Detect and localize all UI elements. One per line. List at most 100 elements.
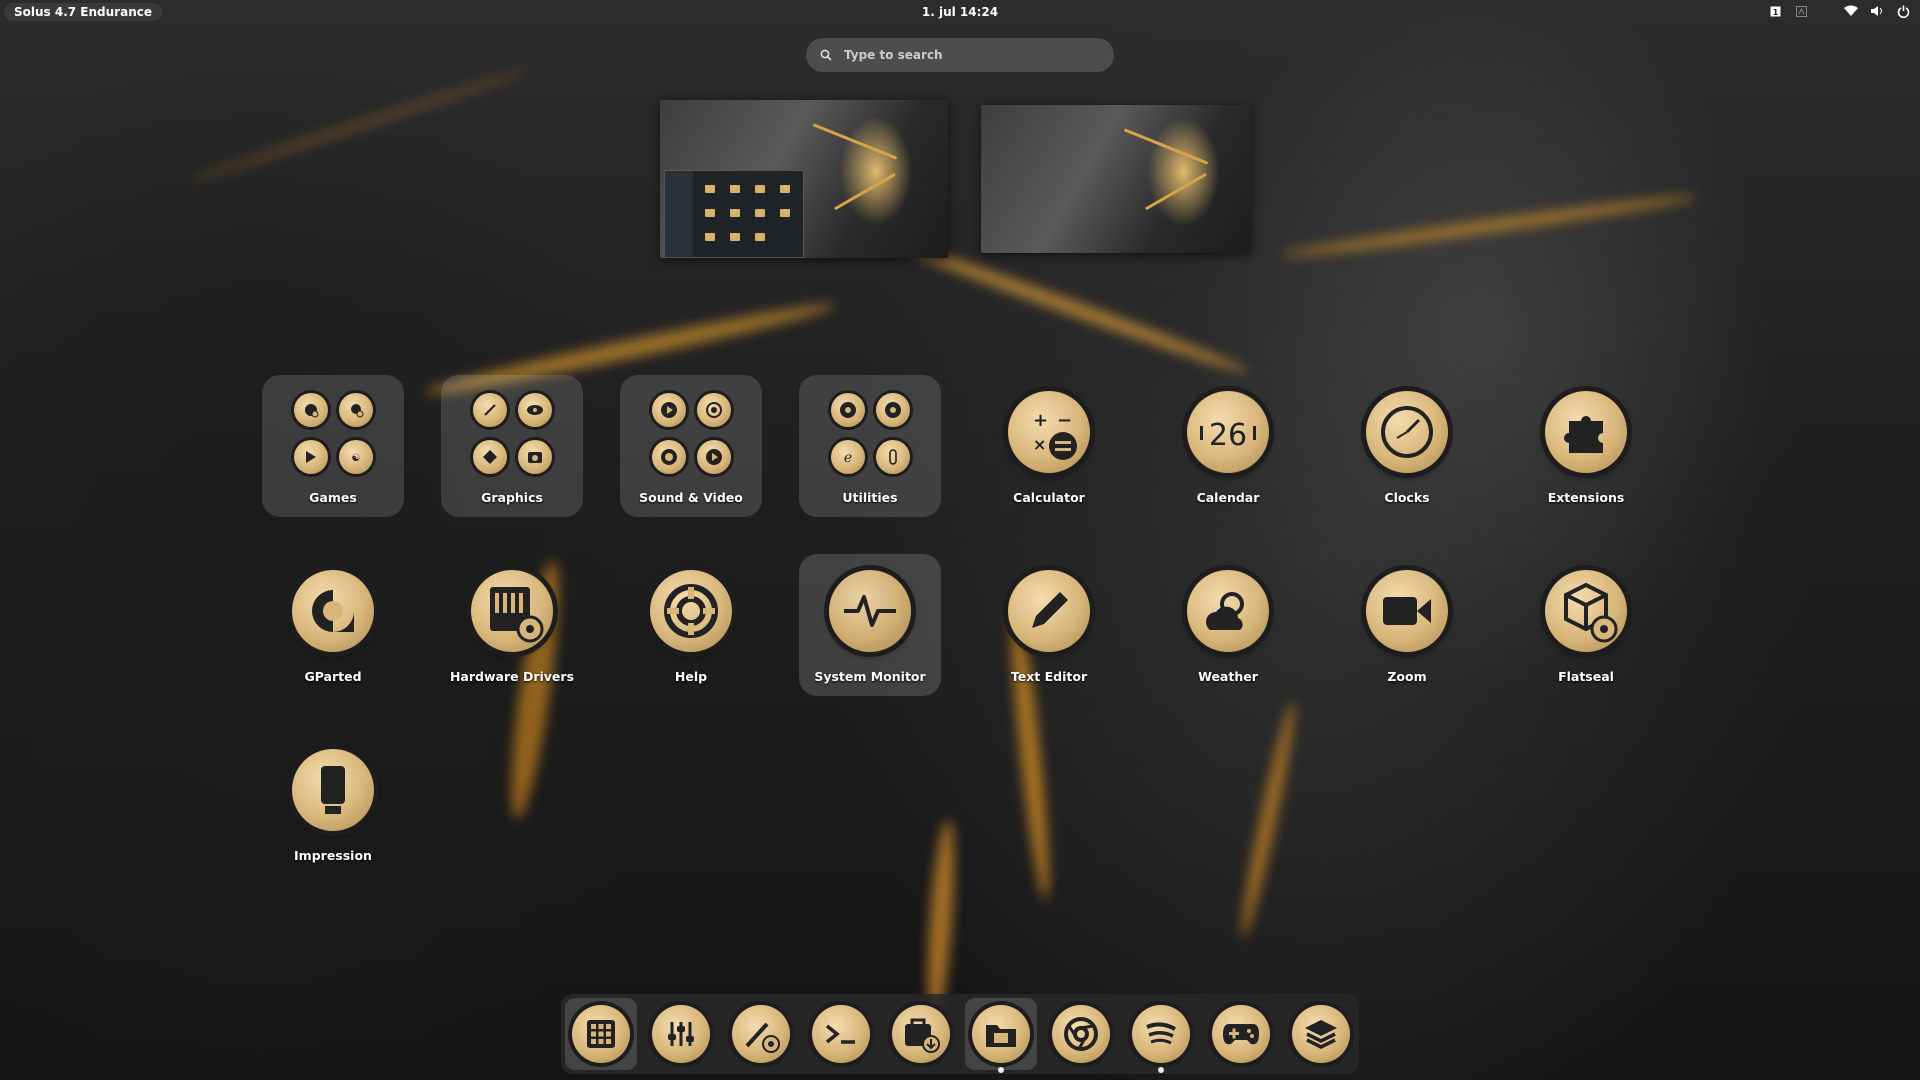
folder-label: Sound & Video: [639, 490, 743, 505]
disk-settings-icon: [875, 393, 910, 427]
app-label: Clocks: [1384, 490, 1430, 505]
thumb-folder-icon: [730, 185, 740, 193]
thumb-folder-icon: [705, 209, 715, 217]
app-zoom[interactable]: Zoom: [1336, 554, 1478, 696]
calendar-icon: 26: [1187, 391, 1269, 473]
app-gparted[interactable]: GParted: [262, 554, 404, 696]
usb-drive-icon: [292, 749, 374, 831]
folder-utilities[interactable]: e Utilities: [799, 375, 941, 517]
calendar-day: 26: [1209, 418, 1247, 452]
svg-text:+: +: [1033, 410, 1048, 431]
dock-item-chrome[interactable]: [1045, 998, 1117, 1070]
workspace-number: 1: [1772, 8, 1778, 17]
app-label: System Monitor: [814, 669, 926, 684]
screenshot-icon: [517, 440, 552, 474]
svg-text:−: −: [1057, 410, 1072, 431]
gparted-icon: [292, 570, 374, 652]
dock-item-games[interactable]: [1205, 998, 1277, 1070]
svg-text:e: e: [843, 450, 851, 466]
app-flatseal[interactable]: Flatseal: [1515, 554, 1657, 696]
weather-icon: [1187, 570, 1269, 652]
workspace-thumbnail-1[interactable]: [660, 100, 948, 258]
power-icon[interactable]: [1896, 4, 1910, 18]
running-indicator: [998, 1067, 1004, 1073]
usb-icon: [875, 440, 910, 474]
eye-icon: [517, 393, 552, 427]
app-label: Calculator: [1013, 490, 1085, 505]
app-label: Hardware Drivers: [449, 669, 575, 684]
activities-button[interactable]: Solus 4.7 Endurance: [4, 3, 162, 21]
dock-item-files[interactable]: [965, 998, 1037, 1073]
folder-sound-video[interactable]: Sound & Video: [620, 375, 762, 517]
app-calendar[interactable]: 26 Calendar: [1157, 375, 1299, 517]
folder-graphics[interactable]: Graphics: [441, 375, 583, 517]
thumb-folder-icon: [780, 209, 790, 217]
lifebuoy-icon: [650, 570, 732, 652]
puzzle-icon: [1545, 391, 1627, 473]
pencil-icon: [1008, 570, 1090, 652]
search-input[interactable]: [842, 47, 1086, 63]
app-label: Extensions: [1547, 490, 1625, 505]
thumb-streak: [1123, 128, 1209, 165]
flatseal-icon: [1545, 570, 1627, 652]
thumb-folder-icon: [755, 209, 765, 217]
app-text-editor[interactable]: Text Editor: [978, 554, 1120, 696]
app-system-monitor[interactable]: System Monitor: [799, 554, 941, 696]
app-label: Weather: [1198, 669, 1258, 684]
app-impression[interactable]: Impression: [262, 733, 404, 875]
workspace-indicator-icon[interactable]: 1: [1768, 4, 1782, 18]
search-bar[interactable]: [806, 38, 1114, 72]
thumb-folder-icon: [755, 185, 765, 193]
app-calculator[interactable]: + − × Calculator: [978, 375, 1120, 517]
date-time-label[interactable]: 1. jul 14:24: [922, 5, 998, 19]
folder-label: Graphics: [481, 490, 543, 505]
folder-label: Utilities: [842, 490, 898, 505]
app-help[interactable]: Help: [620, 554, 762, 696]
app-label: Impression: [294, 848, 372, 863]
running-indicator: [1158, 1067, 1164, 1073]
svg-text:×: ×: [1033, 435, 1046, 454]
app-label: Text Editor: [1010, 669, 1088, 684]
app-clocks[interactable]: Clocks: [1336, 375, 1478, 517]
folder-games[interactable]: ☯ Games: [262, 375, 404, 517]
video-camera-icon: [1366, 570, 1448, 652]
dock-item-spotify[interactable]: [1125, 998, 1197, 1073]
volume-icon[interactable]: [1870, 4, 1884, 18]
app-weather[interactable]: Weather: [1157, 554, 1299, 696]
app-label: Flatseal: [1558, 669, 1614, 684]
dock-item-show-apps[interactable]: [565, 998, 637, 1070]
keyboard-layout-icon[interactable]: [1794, 4, 1808, 18]
wallpaper-streak: [1235, 700, 1301, 940]
dock-item-terminal[interactable]: [805, 998, 877, 1070]
window-sidebar: [665, 171, 693, 257]
app-label: GParted: [304, 669, 362, 684]
game-icon: ☯: [338, 440, 373, 474]
wifi-icon[interactable]: [1844, 4, 1858, 18]
dock-item-software-store[interactable]: [885, 998, 957, 1070]
sliders-icon: [652, 1005, 710, 1063]
bag-download-icon: [892, 1005, 950, 1063]
system-tray[interactable]: 1: [1768, 4, 1910, 18]
editor-icon: e: [830, 440, 865, 474]
thumb-streak: [812, 123, 898, 160]
wallpaper-streak: [187, 64, 533, 186]
game-icon: [338, 393, 373, 427]
thumb-folder-icon: [755, 233, 765, 241]
dock-item-tweaks[interactable]: [645, 998, 717, 1070]
file-manager-window-thumbnail[interactable]: [664, 170, 804, 258]
webcam-icon: [696, 393, 731, 427]
calculator-icon: + − ×: [1008, 391, 1090, 473]
app-extensions[interactable]: Extensions: [1515, 375, 1657, 517]
chrome-icon: [1052, 1005, 1110, 1063]
app-hardware-drivers[interactable]: Hardware Drivers: [441, 554, 583, 696]
search-icon: [820, 46, 832, 65]
app-label: Zoom: [1387, 669, 1427, 684]
hardware-drivers-icon: [471, 570, 553, 652]
app-label: Help: [674, 669, 708, 684]
workspace-thumbnail-2[interactable]: [981, 105, 1251, 253]
pulse-icon: [829, 570, 911, 652]
play-icon: [651, 393, 686, 427]
thumb-folder-icon: [705, 233, 715, 241]
dock-item-stack[interactable]: [1285, 998, 1357, 1070]
dock-item-extension-manager[interactable]: [725, 998, 797, 1070]
